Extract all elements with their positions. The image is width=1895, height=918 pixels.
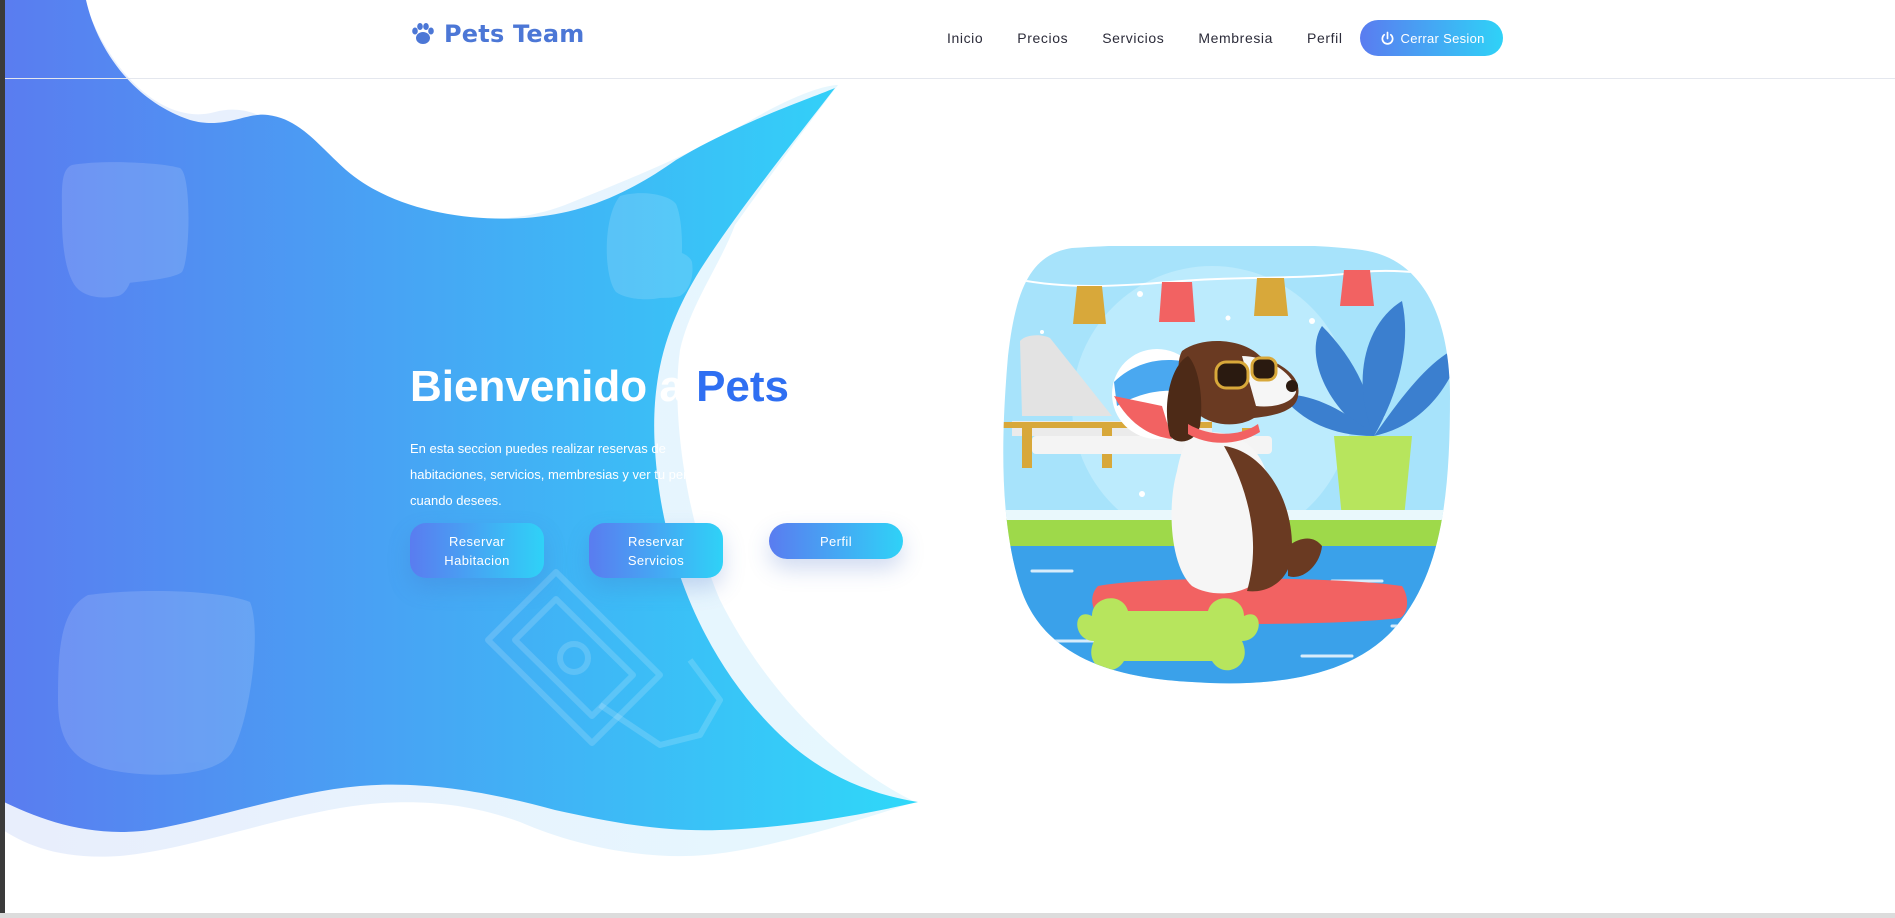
reservar-habitacion-label: Reservar Habitacion: [444, 533, 510, 568]
hero-title: Bienvenido a Pets: [410, 362, 789, 412]
nav-link-inicio[interactable]: Inicio: [947, 21, 983, 55]
dog-pool-illustration: [1003, 246, 1450, 684]
window-left-edge: [0, 0, 5, 918]
perfil-button[interactable]: Perfil: [769, 523, 903, 559]
logout-label: Cerrar Sesion: [1400, 30, 1485, 46]
window-bottom-edge: [0, 913, 1895, 918]
navbar: Pets Team Inicio Precios Servicios Membr…: [0, 0, 1895, 79]
nav-link-precios[interactable]: Precios: [1017, 21, 1068, 55]
reservar-servicios-label: Reservar Servicios: [627, 533, 685, 568]
nav-link-membresia[interactable]: Membresia: [1198, 21, 1273, 55]
brand-logo-link[interactable]: Pets Team: [410, 20, 584, 48]
reservar-habitacion-button[interactable]: Reservar Habitacion: [410, 523, 544, 578]
hero-title-accent: Pets: [696, 362, 790, 411]
perfil-label: Perfil: [819, 533, 853, 549]
reservar-servicios-button[interactable]: Reservar Servicios: [589, 523, 723, 578]
nav-link-perfil[interactable]: Perfil: [1307, 21, 1343, 55]
brand-name: Pets Team: [444, 20, 585, 48]
nav-link-servicios[interactable]: Servicios: [1102, 21, 1164, 55]
logout-button[interactable]: Cerrar Sesion: [1359, 20, 1503, 56]
paw-icon: [412, 23, 434, 44]
power-icon: [1381, 31, 1393, 45]
hero-background: [0, 0, 918, 857]
hero-title-prefix: Bienvenido a: [410, 362, 697, 411]
hero-description: En esta seccion puedes realizar reservas…: [410, 441, 697, 508]
nav-menu: Inicio Precios Servicios Membresia Perfi…: [930, 20, 1503, 56]
